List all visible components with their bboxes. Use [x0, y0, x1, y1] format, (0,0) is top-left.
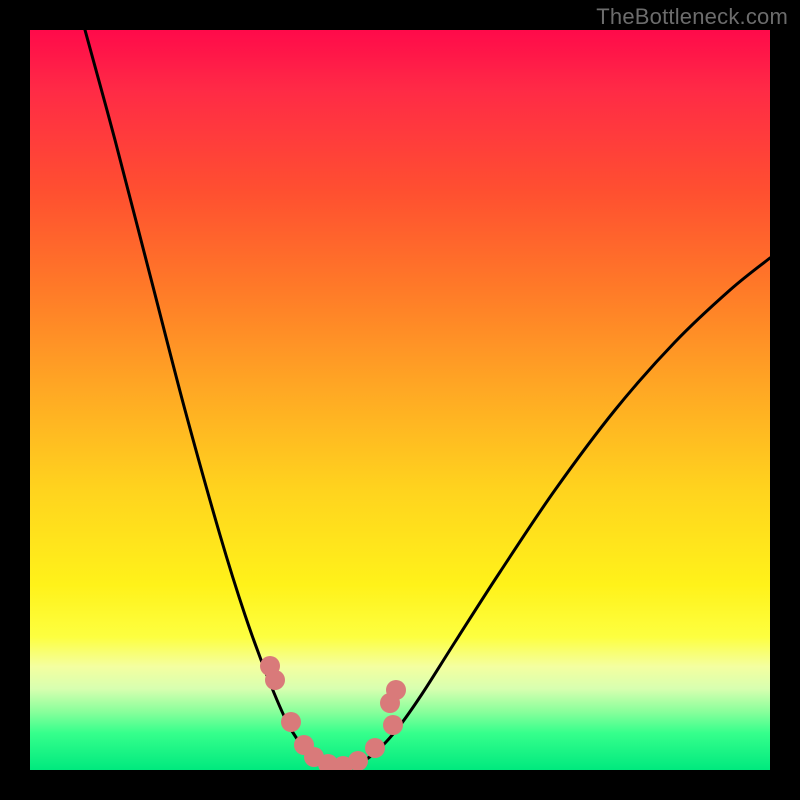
marker-dot	[281, 712, 301, 732]
watermark-text: TheBottleneck.com	[596, 4, 788, 30]
marker-dot	[265, 670, 285, 690]
left-branch	[85, 30, 342, 768]
marker-dot	[348, 751, 368, 770]
marker-dot	[365, 738, 385, 758]
right-branch	[342, 258, 770, 768]
marker-dot	[383, 715, 403, 735]
chart-frame: TheBottleneck.com	[0, 0, 800, 800]
plot-area	[30, 30, 770, 770]
marker-dot	[386, 680, 406, 700]
curve-line	[85, 30, 770, 768]
chart-svg	[30, 30, 770, 770]
